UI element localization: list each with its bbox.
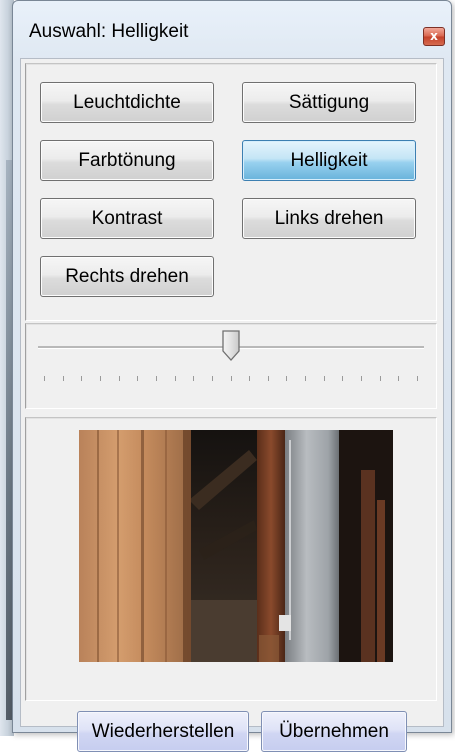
slider-tick — [193, 376, 194, 381]
slider-tick — [286, 376, 287, 381]
slider-ticks — [44, 376, 418, 382]
slider-tick — [361, 376, 362, 381]
slider-tick — [231, 376, 232, 381]
slider-tick — [268, 376, 269, 381]
reset-button[interactable]: Wiederherstellen — [77, 711, 249, 752]
title-bar[interactable]: Auswahl: Helligkeit x — [13, 1, 451, 53]
slider-tick — [417, 376, 418, 381]
preview-image — [79, 430, 393, 662]
slider-tick — [137, 376, 138, 381]
slider-tick — [44, 376, 45, 381]
brightness-dialog: Auswahl: Helligkeit x Leuchtdichte Sätti… — [12, 0, 452, 752]
slider-thumb-icon — [222, 330, 240, 361]
contrast-button[interactable]: Kontrast — [40, 198, 214, 239]
preview-group — [25, 417, 437, 701]
rotate-right-button[interactable]: Rechts drehen — [40, 256, 214, 297]
window-title: Auswahl: Helligkeit — [29, 21, 189, 42]
slider-tick — [398, 376, 399, 381]
adjustment-button-group: Leuchtdichte Sättigung Farbtönung Hellig… — [25, 63, 437, 321]
apply-button[interactable]: Übernehmen — [261, 711, 407, 752]
hue-button[interactable]: Farbtönung — [40, 140, 214, 181]
slider-tick — [156, 376, 157, 381]
slider-tick — [175, 376, 176, 381]
slider-tick — [81, 376, 82, 381]
slider-tick — [324, 376, 325, 381]
slider-tick — [342, 376, 343, 381]
saturation-button[interactable]: Sättigung — [242, 82, 416, 123]
close-button[interactable]: x — [423, 27, 445, 46]
luminance-button[interactable]: Leuchtdichte — [40, 82, 214, 123]
slider-tick — [119, 376, 120, 381]
attic-photo — [79, 430, 393, 662]
slider-tick — [63, 376, 64, 381]
slider-tick — [212, 376, 213, 381]
close-icon: x — [430, 29, 438, 43]
dialog-content: Leuchtdichte Sättigung Farbtönung Hellig… — [20, 58, 444, 752]
brightness-button[interactable]: Helligkeit — [242, 140, 416, 181]
slider-thumb[interactable] — [221, 330, 241, 367]
slider-tick — [305, 376, 306, 381]
slider-tick — [249, 376, 250, 381]
slider-tick — [380, 376, 381, 381]
rotate-left-button[interactable]: Links drehen — [242, 198, 416, 239]
slider-tick — [100, 376, 101, 381]
slider-group — [25, 323, 437, 409]
